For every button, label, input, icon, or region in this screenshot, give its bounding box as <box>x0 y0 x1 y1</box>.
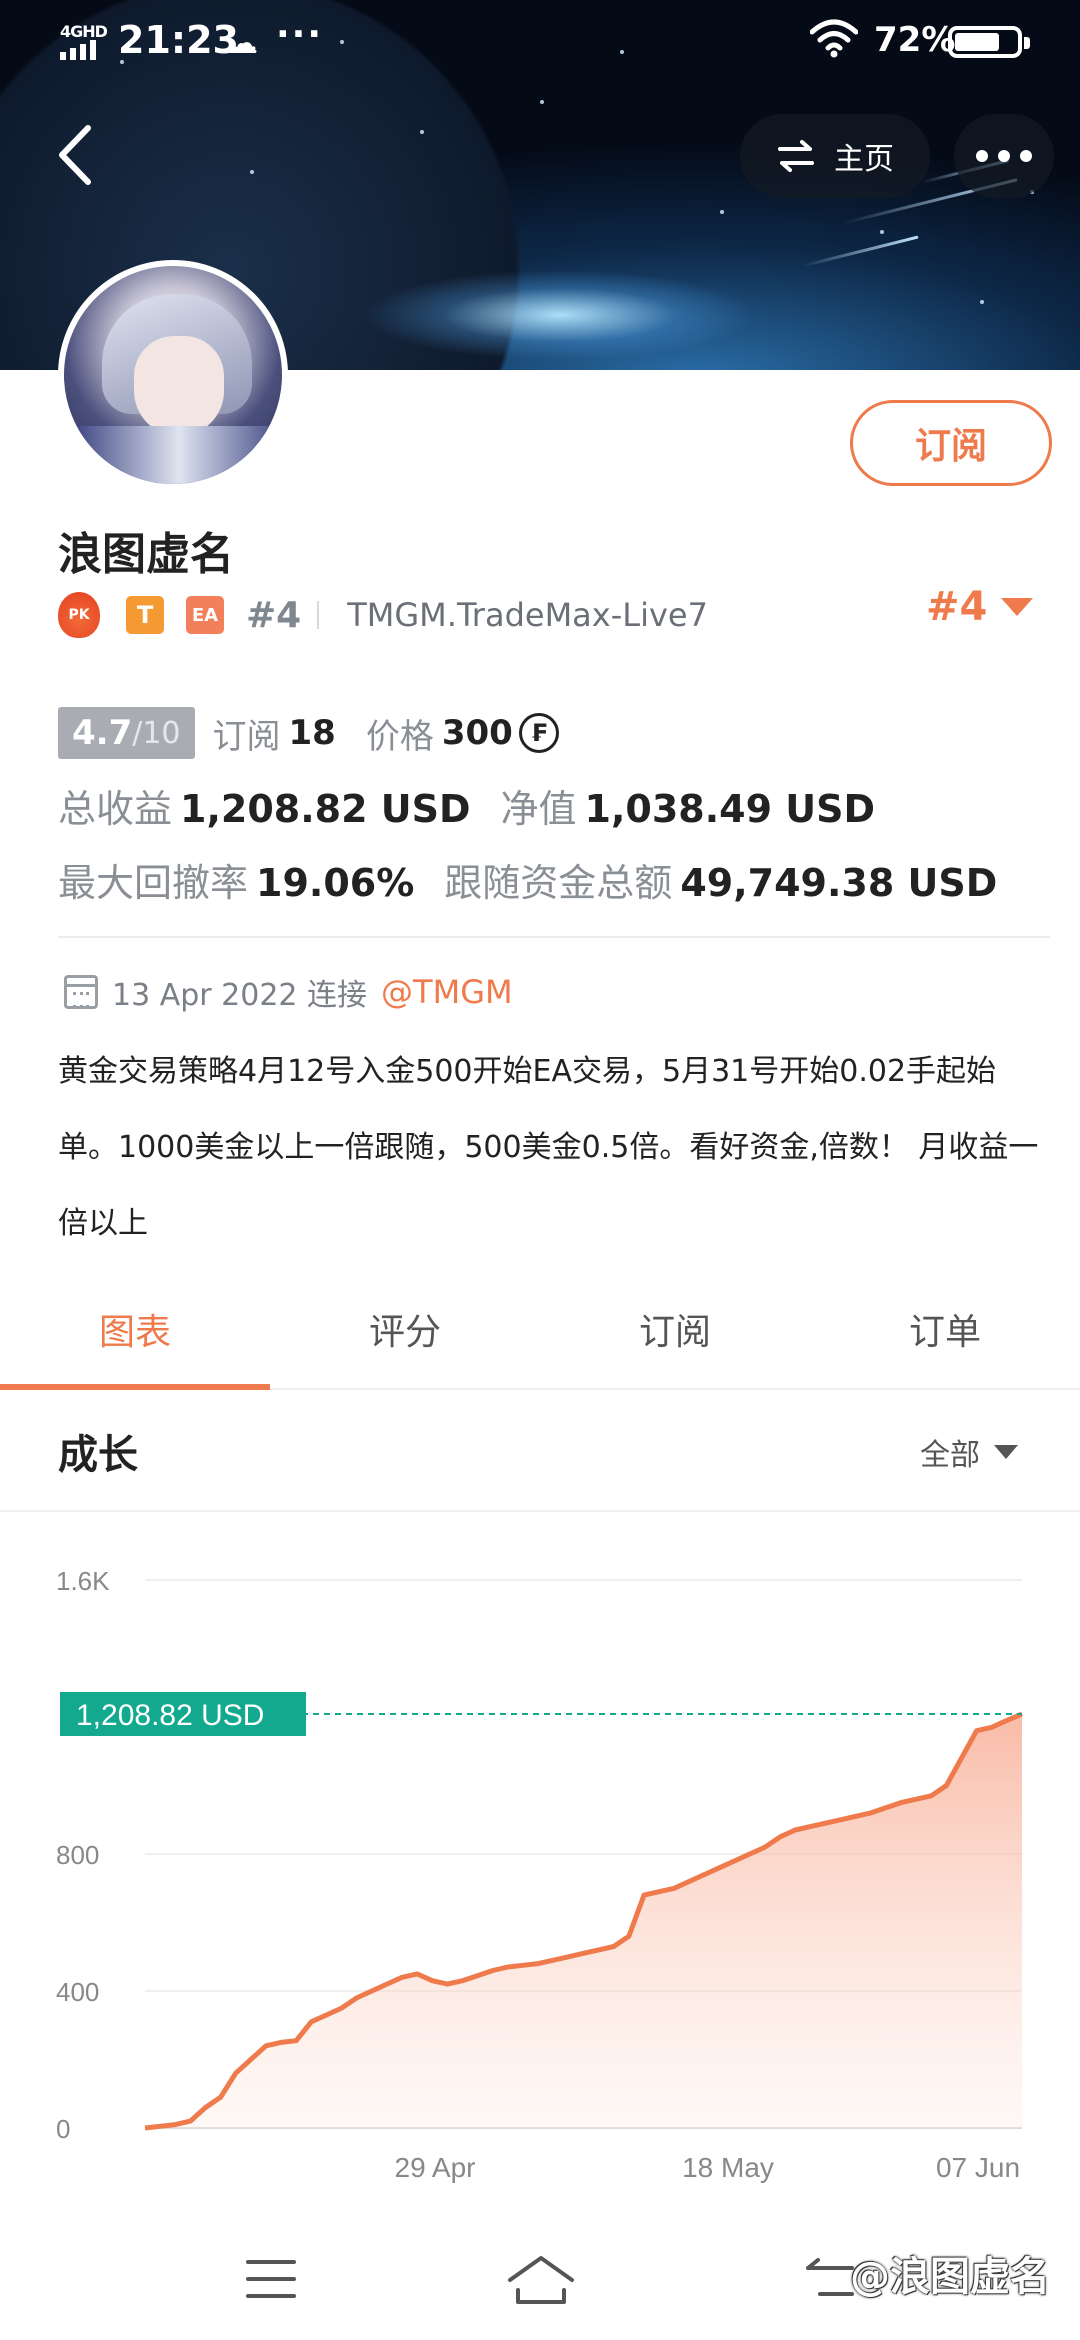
status-more: ··· <box>276 14 324 55</box>
system-nav-bar: @浪图虚名 <box>0 2220 1080 2340</box>
chevron-down-icon <box>1001 598 1034 616</box>
rank-selector[interactable]: #4 <box>926 584 1034 630</box>
y-tick-label: 0 <box>56 2114 70 2144</box>
y-tick-label: 1.6K <box>56 1566 110 1596</box>
pk-badge-icon[interactable]: PK <box>58 592 100 638</box>
subscribe-count-label: 订阅 <box>212 716 281 757</box>
drawdown-row: 最大回撤率 19.06% 跟随资金总额 49,749.38 USD <box>58 852 1027 906</box>
subscribe-button[interactable]: 订阅 <box>850 400 1052 486</box>
score-badge: 4.7 /10 <box>58 707 195 759</box>
follow-funds-value: 49,749.38 USD <box>680 861 998 905</box>
divider <box>0 1510 1080 1512</box>
broker-mention-link[interactable]: @TMGM <box>381 973 513 1011</box>
swap-icon <box>778 140 814 172</box>
tab-rating[interactable]: 评分 <box>270 1290 540 1388</box>
net-value-label: 净值 <box>500 787 577 831</box>
network-type: 4GHD <box>60 22 108 41</box>
range-selector[interactable]: 全部 <box>920 1430 1018 1474</box>
coin-icon: ₣ <box>518 713 559 753</box>
rank-selector-label: #4 <box>926 584 988 630</box>
strategy-description: 黄金交易策略4月12号入金500开始EA交易，5月31号开始0.02手起始单。1… <box>58 1054 1039 1241</box>
divider <box>58 936 1050 938</box>
rank-label: #4 <box>246 594 302 636</box>
tab-chart[interactable]: 图表 <box>0 1290 270 1390</box>
more-button[interactable] <box>954 114 1054 198</box>
growth-chart[interactable]: 0 400 800 1.6K 1,208.82 USD 29 Apr 18 May 07 … <box>0 1540 1080 2200</box>
tab-bar: 图表 评分 订阅 订单 <box>0 1290 1080 1390</box>
x-tick-label: 18 May <box>682 2152 774 2183</box>
broker-account: TMGM.TradeMax-Live7 <box>347 596 708 634</box>
price-label: 价格 <box>365 716 434 757</box>
battery-icon <box>948 26 1030 58</box>
divider <box>317 601 320 629</box>
connection-row: 13 Apr 2022 连接 @TMGM <box>64 970 513 1014</box>
chevron-down-icon <box>994 1445 1018 1459</box>
score-max: /10 <box>132 715 181 751</box>
max-drawdown-value: 19.06% <box>256 861 415 905</box>
ea-badge-icon[interactable]: EA <box>186 596 224 634</box>
tab-subscribe[interactable]: 订阅 <box>540 1290 810 1388</box>
cloud-icon: ☁ <box>228 26 258 61</box>
profit-row: 总收益 1,208.82 USD 净值 1,038.49 USD <box>58 778 905 832</box>
net-value-value: 1,038.49 USD <box>584 787 876 831</box>
home-icon[interactable] <box>506 2250 576 2310</box>
connection-date: 13 Apr 2022 连接 <box>112 978 368 1013</box>
battery-percent: 72% <box>874 20 956 60</box>
x-tick-label: 29 Apr <box>395 2152 476 2183</box>
growth-area <box>145 1714 1022 2128</box>
y-tick-label: 400 <box>56 1977 99 2007</box>
growth-title: 成长 <box>58 1432 138 1478</box>
range-label: 全部 <box>920 1438 980 1473</box>
total-profit-label: 总收益 <box>58 787 173 831</box>
badges-row: PK T EA #4 TMGM.TradeMax-Live7 <box>58 590 708 640</box>
subscribe-count: 18 <box>288 713 336 753</box>
more-icon <box>976 150 988 162</box>
menu-icon[interactable] <box>246 2260 296 2300</box>
home-button[interactable]: 主页 <box>740 114 930 198</box>
follow-funds-label: 跟随资金总额 <box>444 861 673 905</box>
y-tick-label: 800 <box>56 1840 99 1870</box>
status-bar: 4GHD 21:23 ☁ ··· 72% <box>0 0 1080 84</box>
max-drawdown-label: 最大回撤率 <box>58 861 249 905</box>
score-value: 4.7 <box>72 713 133 753</box>
status-time: 21:23 <box>118 18 239 62</box>
username: 浪图虚名 <box>58 529 234 580</box>
avatar[interactable] <box>58 260 288 490</box>
total-profit-value: 1,208.82 USD <box>180 787 471 831</box>
trader-badge-icon[interactable]: T <box>126 596 164 634</box>
watermark: @浪图虚名 <box>850 2254 1050 2300</box>
signal-icon <box>60 40 96 60</box>
back-button[interactable] <box>50 120 100 190</box>
x-tick-label: 07 Jun <box>936 2152 1020 2183</box>
calendar-icon <box>64 975 98 1009</box>
current-value-label: 1,208.82 USD <box>76 1699 264 1732</box>
wifi-icon <box>810 19 858 58</box>
tab-orders[interactable]: 订单 <box>810 1290 1080 1388</box>
home-label: 主页 <box>834 142 894 177</box>
price-value: 300 <box>441 713 513 753</box>
rating-row: 4.7 /10 订阅 18 价格 300 ₣ <box>58 706 559 760</box>
